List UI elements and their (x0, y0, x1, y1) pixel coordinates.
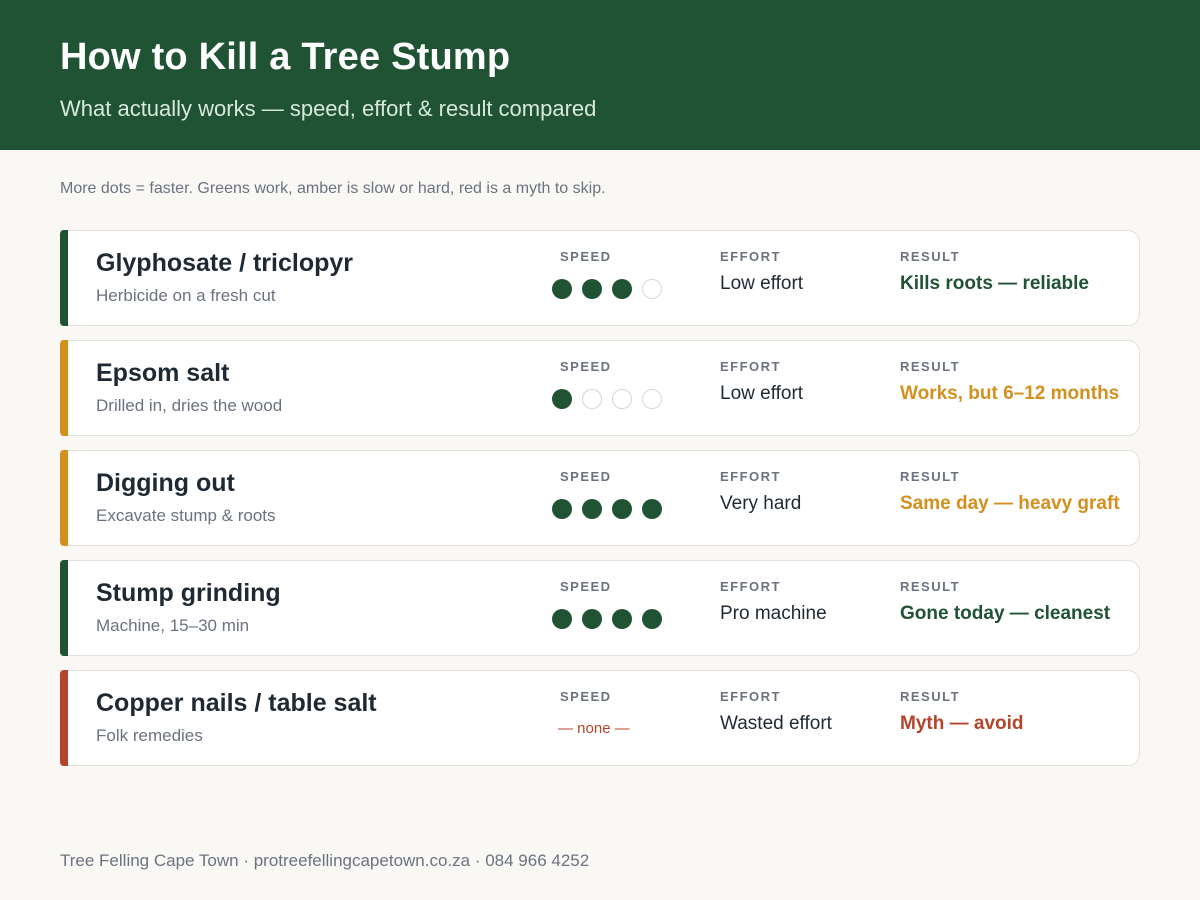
effort-label: EFFORT (720, 469, 781, 484)
speed-dot-empty (642, 279, 662, 299)
method-description: Excavate stump & roots (96, 506, 276, 525)
speed-dot-filled (582, 499, 602, 519)
speed-none-text: — none — (558, 720, 630, 737)
speed-label: SPEED (560, 249, 612, 264)
result-label: RESULT (900, 359, 961, 374)
speed-dot-filled (582, 609, 602, 629)
speed-dot-empty (612, 389, 632, 409)
effort-label: EFFORT (720, 359, 781, 374)
method-row-epsom-salt: Epsom salt Drilled in, dries the wood SP… (60, 340, 1140, 436)
effort-label: EFFORT (720, 579, 781, 594)
speed-label: SPEED (560, 359, 612, 374)
speed-dot-filled (552, 499, 572, 519)
speed-dot-filled (582, 279, 602, 299)
status-accent-bar (60, 670, 68, 766)
method-name: Epsom salt (96, 359, 230, 387)
effort-value: Low effort (720, 383, 804, 404)
method-name: Digging out (96, 469, 235, 497)
method-name: Copper nails / table salt (96, 689, 377, 717)
legend-note: More dots = faster. Greens work, amber i… (60, 180, 606, 197)
speed-dot-filled (552, 609, 572, 629)
effort-label: EFFORT (720, 689, 781, 704)
status-accent-bar (60, 560, 68, 656)
status-accent-bar (60, 340, 68, 436)
speed-label: SPEED (560, 469, 612, 484)
speed-dot-filled (642, 609, 662, 629)
methods-list: Glyphosate / triclopyr Herbicide on a fr… (60, 230, 1140, 780)
effort-value: Wasted effort (720, 713, 832, 734)
method-description: Drilled in, dries the wood (96, 396, 283, 415)
speed-dot-empty (582, 389, 602, 409)
result-value: Works, but 6–12 months (900, 383, 1120, 404)
method-description: Machine, 15–30 min (96, 616, 250, 635)
page-header: How to Kill a Tree Stump What actually w… (0, 0, 1200, 150)
result-value: Kills roots — reliable (900, 273, 1089, 294)
method-row-copper-nails: Copper nails / table salt Folk remedies … (60, 670, 1140, 766)
method-row-stump-grinding: Stump grinding Machine, 15–30 min SPEED … (60, 560, 1140, 656)
speed-label: SPEED (560, 689, 612, 704)
speed-dot-empty (642, 389, 662, 409)
effort-value: Low effort (720, 273, 804, 294)
status-accent-bar (60, 450, 68, 546)
result-label: RESULT (900, 469, 961, 484)
method-description: Herbicide on a fresh cut (96, 286, 276, 305)
result-value: Myth — avoid (900, 713, 1024, 734)
status-accent-bar (60, 230, 68, 326)
method-name: Stump grinding (96, 579, 281, 607)
result-value: Same day — heavy graft (900, 493, 1120, 514)
speed-dot-filled (552, 389, 572, 409)
page-subtitle: What actually works — speed, effort & re… (60, 96, 597, 121)
page-title: How to Kill a Tree Stump (60, 36, 511, 78)
speed-label: SPEED (560, 579, 612, 594)
result-label: RESULT (900, 249, 961, 264)
speed-dot-filled (612, 499, 632, 519)
method-row-glyphosate: Glyphosate / triclopyr Herbicide on a fr… (60, 230, 1140, 326)
effort-value: Pro machine (720, 603, 827, 624)
result-label: RESULT (900, 689, 961, 704)
method-description: Folk remedies (96, 726, 203, 745)
speed-dot-filled (552, 279, 572, 299)
speed-dot-filled (612, 279, 632, 299)
effort-value: Very hard (720, 493, 802, 514)
speed-dot-filled (642, 499, 662, 519)
speed-dot-filled (612, 609, 632, 629)
method-row-digging-out: Digging out Excavate stump & roots SPEED… (60, 450, 1140, 546)
result-value: Gone today — cleanest (900, 603, 1111, 624)
effort-label: EFFORT (720, 249, 781, 264)
method-name: Glyphosate / triclopyr (96, 249, 354, 277)
result-label: RESULT (900, 579, 961, 594)
footer-contact: Tree Felling Cape Town · protreefellingc… (60, 851, 590, 870)
